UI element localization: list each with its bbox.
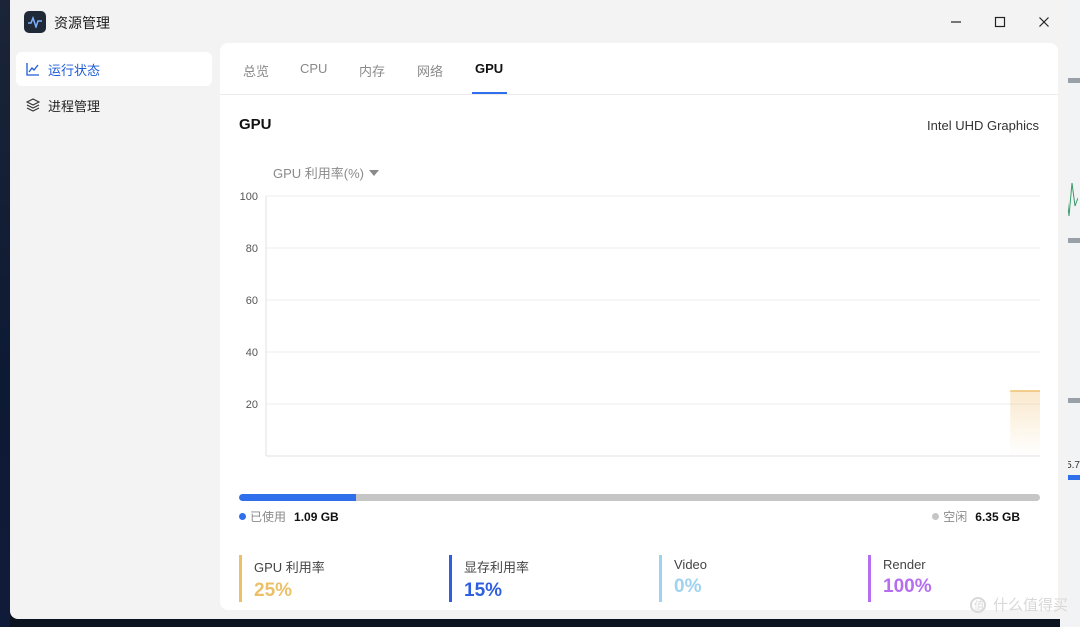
caret-down-icon — [369, 169, 380, 176]
stat-video: Video 0% — [659, 555, 707, 602]
stat-value: 15% — [464, 580, 503, 601]
minimize-icon — [951, 21, 961, 23]
stat-value: 0% — [674, 576, 702, 597]
maximize-icon — [994, 16, 1006, 28]
svg-text:值: 值 — [974, 599, 984, 612]
gpu-model-name: Intel UHD Graphics — [927, 118, 1039, 133]
y-tick-label: 100 — [240, 191, 258, 203]
stat-label: Render — [883, 557, 926, 572]
maximize-button[interactable] — [988, 10, 1012, 34]
y-tick-label: 60 — [246, 295, 258, 307]
stat-value: 100% — [883, 576, 932, 597]
app-title: 资源管理 — [54, 15, 110, 31]
close-button[interactable] — [1032, 10, 1056, 34]
tab-bar: 总览 CPU 内存 网络 GPU — [220, 43, 1058, 95]
memory-free: 空闲 6.35 GB — [932, 508, 1020, 525]
stat-gpu-usage: GPU 利用率 25% — [239, 555, 325, 602]
metric-dropdown-label: GPU 利用率(%) — [273, 166, 365, 181]
tab-memory[interactable]: 内存 — [359, 61, 385, 80]
stat-label: GPU 利用率 — [254, 560, 325, 575]
used-value: 1.09 GB — [294, 509, 339, 524]
stat-vram-usage: 显存利用率 15% — [449, 555, 529, 602]
free-value: 6.35 GB — [975, 509, 1020, 524]
sidebar: 运行状态 进程管理 — [16, 52, 212, 124]
free-label: 空闲 — [943, 510, 968, 524]
stat-render: Render 100% — [868, 555, 932, 602]
title-bar: 资源管理 — [10, 0, 1068, 44]
active-tab-indicator — [472, 92, 507, 94]
desktop-background-left — [0, 0, 10, 627]
close-icon — [1039, 17, 1049, 27]
app-icon — [24, 11, 46, 33]
main-panel: 总览 CPU 内存 网络 GPU GPU Intel UHD Graphics … — [220, 43, 1058, 610]
memory-usage-bar — [239, 494, 1040, 501]
gpu-usage-chart: 20 40 60 80 100 — [240, 191, 1040, 457]
used-dot-icon — [239, 513, 246, 520]
tab-network[interactable]: 网络 — [417, 61, 443, 80]
layers-icon — [26, 98, 40, 112]
memory-used: 已使用 1.09 GB — [239, 508, 339, 525]
area-segment — [1010, 391, 1040, 456]
tab-overview[interactable]: 总览 — [243, 61, 269, 80]
stats-row: GPU 利用率 25% 显存利用率 15% Video 0% Render 10… — [239, 555, 1059, 603]
watermark: 值 什么值得买 — [967, 594, 1068, 615]
stat-label: 显存利用率 — [464, 560, 530, 575]
sidebar-item-processes[interactable]: 进程管理 — [16, 88, 212, 122]
tab-gpu[interactable]: GPU — [475, 61, 503, 76]
sidebar-item-label: 运行状态 — [48, 62, 101, 78]
watermark-text: 什么值得买 — [992, 597, 1068, 614]
minimize-button[interactable] — [944, 10, 968, 34]
memory-used-fill — [239, 494, 356, 501]
sidebar-item-label: 进程管理 — [48, 98, 101, 114]
free-dot-icon — [932, 513, 940, 520]
y-tick-label: 40 — [246, 347, 258, 359]
watermark-logo-icon: 值 — [969, 596, 986, 613]
section-title: GPU — [239, 116, 272, 133]
stat-value: 25% — [254, 580, 293, 601]
used-label: 已使用 — [250, 510, 287, 524]
resource-manager-window: 资源管理 运行状态 进程管理 总览 CPU 内存 网络 GPU GPU Inte… — [10, 0, 1068, 619]
line-chart-icon — [26, 62, 40, 76]
metric-dropdown[interactable]: GPU 利用率(%) — [273, 163, 380, 182]
sidebar-item-status[interactable]: 运行状态 — [16, 52, 212, 86]
y-tick-label: 80 — [246, 243, 258, 255]
tab-cpu[interactable]: CPU — [300, 61, 327, 76]
stat-label: Video — [674, 557, 708, 572]
y-tick-label: 20 — [246, 399, 258, 411]
